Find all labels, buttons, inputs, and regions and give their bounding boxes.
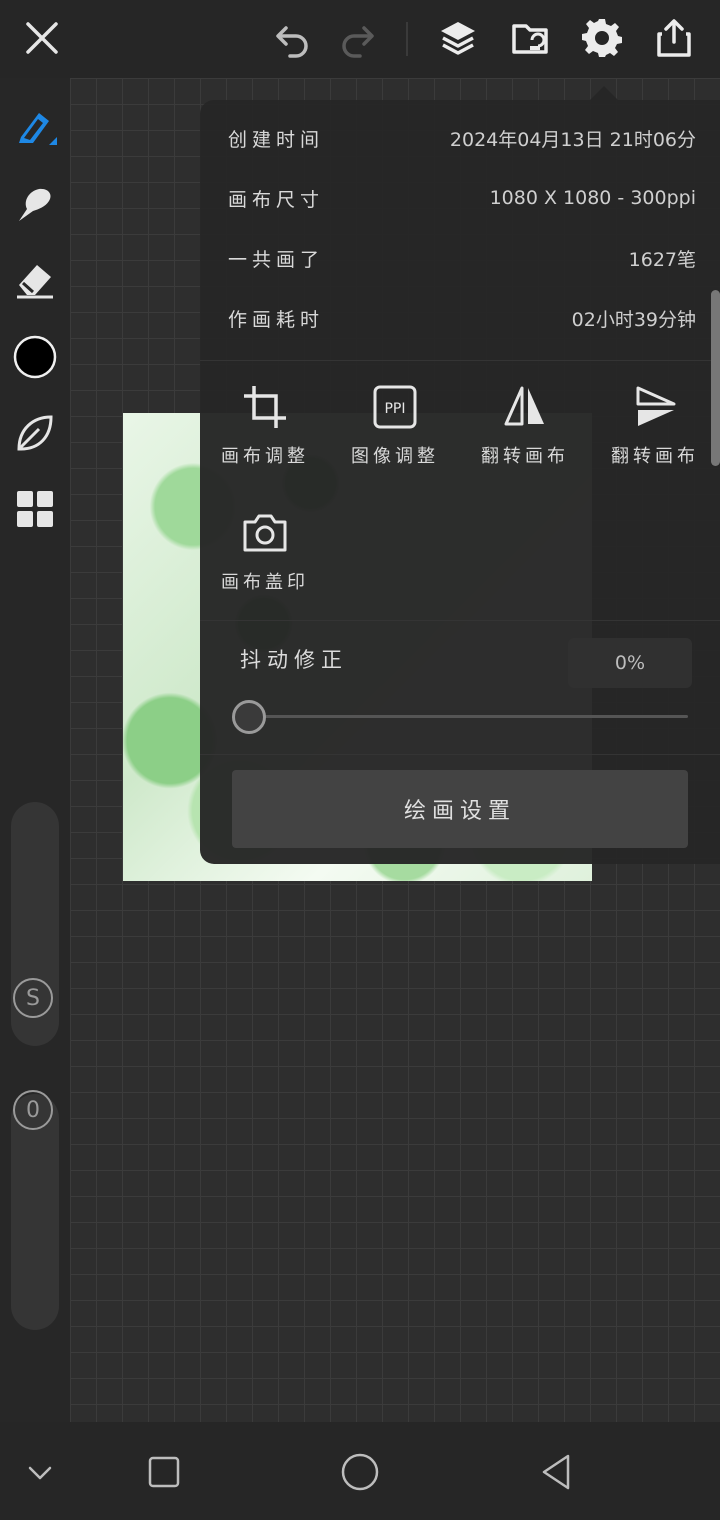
divider xyxy=(200,620,720,621)
flip-vertical-label: 翻转画布 xyxy=(611,446,699,467)
home-icon[interactable] xyxy=(336,1448,384,1496)
info-strokes: 一共画了 1627笔 xyxy=(228,238,696,278)
share-icon[interactable] xyxy=(650,14,698,62)
info-strokes-label: 一共画了 xyxy=(228,248,325,271)
leaf-icon[interactable] xyxy=(10,408,60,458)
close-icon[interactable] xyxy=(18,14,66,62)
flip-horizontal-label: 翻转画布 xyxy=(481,446,569,467)
flip-horizontal-icon xyxy=(504,386,544,426)
info-created-label: 创建时间 xyxy=(228,128,325,151)
undo-icon[interactable] xyxy=(268,14,316,62)
eraser-icon[interactable] xyxy=(10,256,60,306)
info-created-value: 2024年04月13日 21时06分 xyxy=(449,128,696,151)
back-icon[interactable] xyxy=(532,1448,580,1496)
info-size-value: 1080 X 1080 - 300ppi xyxy=(489,187,696,209)
flip-horizontal-button[interactable]: 翻转画布 xyxy=(470,384,580,484)
gear-icon[interactable] xyxy=(578,14,626,62)
info-strokes-value: 1627笔 xyxy=(628,248,696,271)
folder-icon[interactable] xyxy=(506,14,554,62)
ppi-icon: PPI xyxy=(373,385,417,429)
image-adjust-button[interactable]: PPI 图像调整 xyxy=(340,384,450,484)
canvas-stamp-button[interactable]: 画布盖印 xyxy=(210,510,320,610)
system-navigation-bar xyxy=(0,1422,720,1520)
pen-brush-icon[interactable] xyxy=(10,104,60,154)
chevron-down-icon[interactable] xyxy=(16,1448,64,1496)
panel-pointer xyxy=(590,86,618,100)
grid-icon[interactable] xyxy=(10,484,60,534)
color-swatch[interactable] xyxy=(10,332,60,382)
divider xyxy=(200,754,720,755)
drawing-settings-button[interactable]: 绘画设置 xyxy=(232,770,688,848)
divider xyxy=(200,360,720,361)
stabilizer-slider-knob[interactable] xyxy=(232,700,266,734)
flip-vertical-button[interactable]: 翻转画布 xyxy=(600,384,710,484)
panel-scrollbar[interactable] xyxy=(711,290,720,466)
toolbar-divider xyxy=(406,22,408,56)
camera-icon xyxy=(243,514,287,552)
stabilizer-value[interactable]: 0% xyxy=(568,638,692,688)
redo-icon[interactable] xyxy=(334,14,382,62)
layers-icon[interactable] xyxy=(434,14,482,62)
opacity-knob[interactable]: 0 xyxy=(13,1090,53,1130)
canvas-adjust-button[interactable]: 画布调整 xyxy=(210,384,320,484)
info-duration: 作画耗时 02小时39分钟 xyxy=(228,298,696,338)
image-adjust-label: 图像调整 xyxy=(351,446,439,467)
info-duration-value: 02小时39分钟 xyxy=(571,308,696,331)
info-size-label: 画布尺寸 xyxy=(228,188,325,211)
svg-text:PPI: PPI xyxy=(384,401,405,417)
stabilizer-label: 抖动修正 xyxy=(240,648,348,672)
info-created: 创建时间 2024年04月13日 21时06分 xyxy=(228,118,696,158)
recent-apps-icon[interactable] xyxy=(140,1448,188,1496)
top-toolbar xyxy=(0,0,720,78)
crop-icon xyxy=(244,386,286,428)
flip-vertical-icon xyxy=(636,386,676,426)
info-size: 画布尺寸 1080 X 1080 - 300ppi xyxy=(228,178,696,218)
size-knob[interactable]: S xyxy=(13,978,53,1018)
canvas-adjust-label: 画布调整 xyxy=(221,446,309,467)
canvas-stamp-label: 画布盖印 xyxy=(221,572,309,593)
left-toolbar: S 0 xyxy=(0,78,70,1422)
smudge-icon[interactable] xyxy=(10,180,60,230)
canvas-settings-panel: 创建时间 2024年04月13日 21时06分 画布尺寸 1080 X 1080… xyxy=(200,100,720,864)
info-duration-label: 作画耗时 xyxy=(228,308,325,331)
stabilizer-slider-track[interactable] xyxy=(248,715,688,718)
